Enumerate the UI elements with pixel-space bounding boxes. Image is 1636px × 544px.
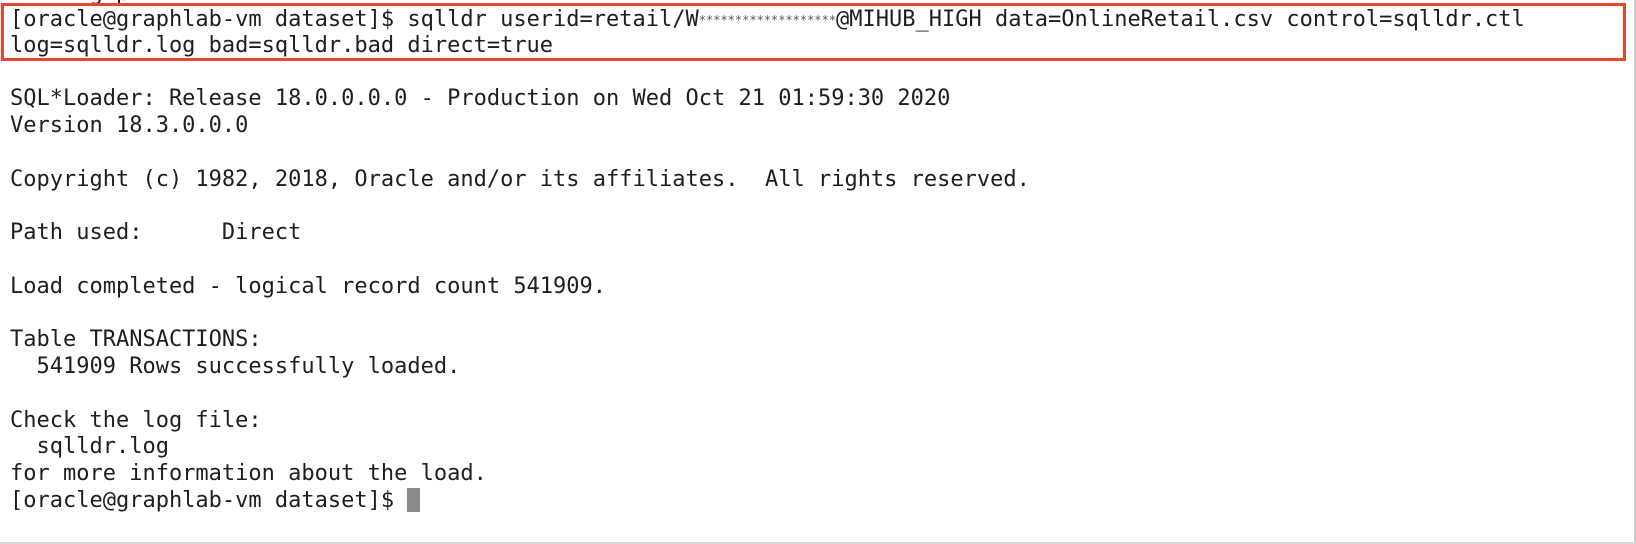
output-check-log-line: Check the log file: xyxy=(10,408,262,433)
output-version-line: Version 18.3.0.0.0 xyxy=(10,113,249,138)
command-line-1: [oracle@graphlab-vm dataset]$ sqlldr use… xyxy=(10,6,1525,33)
command-text-end: @MIHUB_HIGH data=OnlineRetail.csv contro… xyxy=(836,7,1525,32)
command-text-start: sqlldr userid=retail/W xyxy=(407,7,699,32)
output-log-file-line: sqlldr.log xyxy=(10,434,169,459)
output-copyright-line: Copyright (c) 1982, 2018, Oracle and/or … xyxy=(10,167,1030,192)
shell-prompt: [oracle@graphlab-vm dataset]$ xyxy=(10,7,408,32)
masked-password: ******************* xyxy=(698,13,837,27)
shell-prompt-final: [oracle@graphlab-vm dataset]$ xyxy=(10,488,408,513)
output-table-line: Table TRANSACTIONS: xyxy=(10,327,262,352)
output-rows-loaded-line: 541909 Rows successfully loaded. xyxy=(10,354,461,379)
command-line-2: log=sqlldr.log bad=sqlldr.bad direct=tru… xyxy=(10,33,554,58)
output-more-info-line: for more information about the load. xyxy=(10,461,487,486)
text-cursor xyxy=(407,488,421,512)
final-prompt-line[interactable]: [oracle@graphlab-vm dataset]$ xyxy=(10,487,421,514)
output-path-used-line: Path used: Direct xyxy=(10,220,302,245)
terminal-window[interactable]: g p [oracle@graphlab-vm dataset]$ sqlldr… xyxy=(0,0,1636,544)
output-release-line: SQL*Loader: Release 18.0.0.0.0 - Product… xyxy=(10,86,951,111)
output-load-completed-line: Load completed - logical record count 54… xyxy=(10,274,607,299)
